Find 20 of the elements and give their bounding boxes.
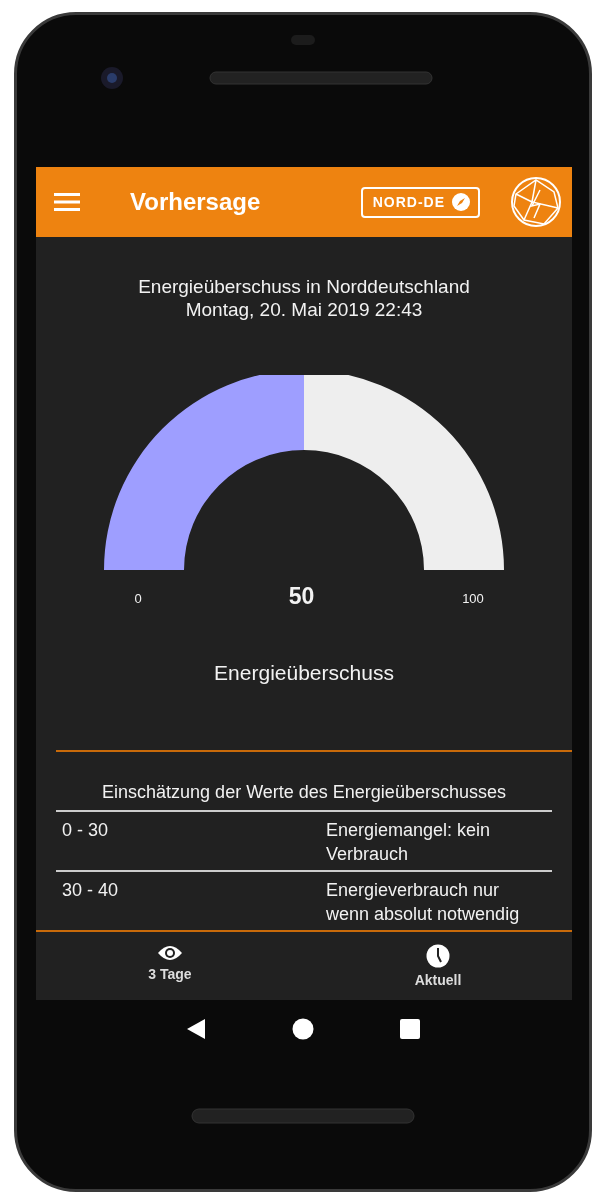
date-text: Montag, 20. Mai 2019 22:43: [184, 298, 424, 321]
home-icon[interactable]: [292, 1018, 314, 1040]
menu-icon[interactable]: [54, 192, 80, 212]
nav-tab[interactable]: Aktuell: [304, 932, 572, 1000]
meaning-cell: Energiemangel: kein Verbrauch: [320, 811, 552, 871]
eye-icon: [157, 944, 183, 962]
camera-icon: [100, 66, 124, 90]
table-caption: Einschätzung der Werte des Energieüberschusses: [56, 774, 552, 811]
app-title: Vorhersage: [130, 187, 261, 217]
logo-icon: [510, 176, 562, 228]
clock-icon: [426, 944, 450, 968]
gauge-min-label: 0: [133, 590, 143, 609]
gauge-title: Energieüberschuss in Norddeutschland: [137, 275, 471, 298]
gauge-max-label: 100: [461, 590, 485, 609]
nav-tab[interactable]: 3 Tage: [36, 932, 304, 1000]
gauge-caption: Energieüberschuss: [214, 659, 394, 686]
range-cell: 0 - 30: [56, 811, 320, 871]
back-icon[interactable]: [186, 1018, 206, 1040]
compass-icon: [452, 193, 470, 211]
gauge-value: 50: [288, 582, 315, 609]
